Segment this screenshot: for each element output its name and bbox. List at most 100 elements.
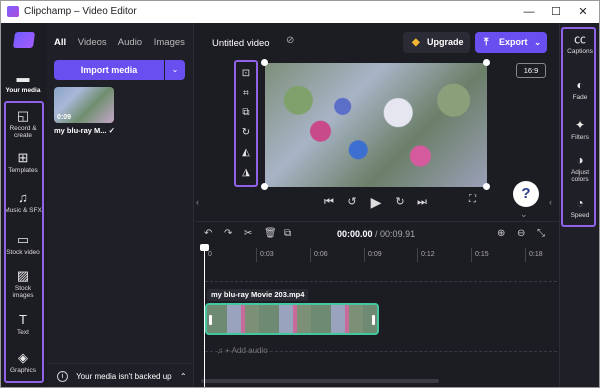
text-track-placeholder (205, 281, 557, 282)
shapes-icon: ◈ (18, 350, 28, 365)
adjust-colors-button[interactable]: ◑ Adjust colors (560, 154, 599, 184)
fade-icon: ◐ (576, 78, 584, 92)
tick-label: 0:09 (368, 251, 382, 258)
fade-button[interactable]: ◐ Fade (560, 78, 599, 102)
playhead[interactable] (204, 245, 205, 387)
info-icon: i (57, 371, 68, 383)
rail-item-music-sfx[interactable]: ♫ Music & SFX (1, 191, 45, 215)
close-button[interactable]: ✕ (569, 1, 597, 23)
import-media-button[interactable]: Import media (54, 60, 164, 80)
resize-handle-bottom-right[interactable] (483, 183, 490, 190)
tick-label: 0 (208, 251, 212, 258)
rail-item-record-create[interactable]: ◱ Record & create (1, 108, 45, 140)
tab-videos[interactable]: Videos (78, 37, 107, 48)
tab-images[interactable]: Images (154, 37, 185, 48)
timeline-scrollbar[interactable] (201, 379, 439, 383)
redo-icon[interactable]: ↷ (224, 228, 232, 239)
chevron-up-icon: ⌃ (179, 372, 187, 381)
rail-item-graphics[interactable]: ◈ Graphics (1, 350, 45, 375)
import-options-chevron-icon[interactable]: ⌄ (165, 60, 185, 80)
flip-horizontal-icon[interactable]: ◭ (237, 145, 255, 161)
chevron-down-icon: ⌄ (534, 38, 541, 47)
film-icon: ▭ (16, 232, 30, 247)
zoom-in-icon[interactable]: ⊕ (497, 228, 505, 239)
rewind-5s-icon[interactable]: ↺ (344, 194, 360, 210)
flip-vertical-icon[interactable]: ◮ (237, 165, 255, 181)
current-time: 00:00.00 (337, 229, 373, 239)
backup-notice[interactable]: i Your media isn't backed up ⌃ (47, 363, 193, 387)
play-icon[interactable]: ▶ (368, 194, 384, 210)
help-button[interactable]: ? (513, 181, 539, 207)
undo-icon[interactable]: ↶ (204, 228, 212, 239)
pip-icon[interactable]: ⧉ (237, 105, 255, 121)
media-thumbnail[interactable]: 0:09 (54, 87, 114, 123)
project-title[interactable]: Untitled video (212, 38, 270, 49)
speed-button[interactable]: ◔ Speed (560, 196, 599, 220)
fullscreen-icon[interactable]: ⛶ (469, 194, 476, 205)
video-clip[interactable] (205, 303, 379, 335)
tick-label: 0:06 (314, 251, 328, 258)
split-icon[interactable]: ✂ (244, 228, 252, 239)
aspect-ratio-button[interactable]: 16:9 (516, 63, 546, 78)
tick-mark (310, 248, 311, 262)
tab-all[interactable]: All (54, 37, 66, 48)
tab-audio[interactable]: Audio (118, 37, 142, 48)
maximize-button[interactable]: ☐ (542, 1, 570, 23)
captions-icon: ㏄ (573, 32, 586, 46)
export-icon: ⤒ (484, 37, 489, 48)
check-icon: ✓ (108, 126, 115, 135)
diamond-icon: ◆ (412, 37, 420, 48)
rail-item-templates[interactable]: ⊞ Templates (1, 151, 45, 175)
fit-timeline-icon[interactable]: ⤡ (537, 228, 545, 239)
video-preview[interactable] (265, 63, 487, 187)
media-item-title: my blu-ray M... ✓ (54, 126, 115, 135)
rail-item-stock-video[interactable]: ▭ Stock video (1, 232, 45, 257)
forward-5s-icon[interactable]: ↻ (392, 194, 408, 210)
skip-back-icon[interactable]: ⏮ (321, 194, 337, 210)
title-bar: Clipchamp – Video Editor — ☐ ✕ (1, 1, 599, 23)
fit-icon[interactable]: ⊡ (237, 66, 255, 82)
tick-mark (256, 248, 257, 262)
rotate-icon[interactable]: ↻ (237, 125, 255, 141)
clip-trim-handle-right[interactable] (372, 315, 375, 325)
rail-item-text[interactable]: T Text (1, 313, 45, 337)
duplicate-icon[interactable]: ⧉ (284, 228, 291, 239)
rail-item-stock-images[interactable]: ▨ Stock images (1, 268, 45, 300)
collapse-media-panel-icon[interactable]: ‹ (196, 197, 199, 207)
media-tabs: All Videos Audio Images (54, 37, 194, 48)
filters-button[interactable]: ✦ Filters (560, 119, 599, 142)
clip-trim-handle-left[interactable] (209, 315, 212, 325)
crop-icon[interactable]: ⌗ (237, 86, 255, 102)
speed-icon: ◔ (576, 196, 584, 210)
camera-icon: ◱ (16, 108, 30, 123)
tick-label: 0:03 (260, 251, 274, 258)
zoom-out-icon[interactable]: ⊖ (517, 228, 525, 239)
export-button[interactable]: ⤒ Export ⌄ (475, 32, 547, 53)
captions-button[interactable]: ㏄ Captions (560, 32, 599, 56)
cloud-sync-off-icon[interactable]: ⊘ (286, 35, 294, 46)
collapse-timeline-icon[interactable]: ⌄ (520, 209, 528, 220)
clipchamp-brand-icon (12, 32, 36, 48)
resize-handle-bottom-left[interactable] (261, 183, 268, 190)
collapse-right-panel-icon[interactable]: ‹ (549, 197, 552, 207)
right-panel: ㏄ Captions ◐ Fade ✦ Filters ◑ Adjust col… (559, 23, 599, 387)
upgrade-button[interactable]: ◆ Upgrade (403, 32, 470, 53)
add-audio-button[interactable]: ♫ + Add audio (217, 346, 268, 355)
minimize-button[interactable]: — (515, 1, 543, 23)
skip-forward-icon[interactable]: ⏭ (414, 194, 430, 210)
delete-icon[interactable]: 🗑 (264, 228, 277, 239)
playhead-handle[interactable] (200, 244, 209, 251)
tick-label: 0:12 (421, 251, 435, 258)
tick-label: 0:15 (475, 251, 489, 258)
resize-handle-top-right[interactable] (483, 59, 490, 66)
window-title: Clipchamp – Video Editor (24, 6, 137, 17)
tick-mark (417, 248, 418, 262)
folder-icon: ▬ (16, 70, 30, 85)
media-duration: 0:09 (57, 114, 72, 121)
clipchamp-logo-icon (7, 6, 19, 17)
resize-handle-top-left[interactable] (261, 59, 268, 66)
rail-item-your-media[interactable]: ▬ Your media (1, 70, 45, 95)
timecode: 00:00.00 / 00:09.91 (337, 229, 415, 239)
tick-mark (525, 248, 526, 262)
image-icon: ▨ (16, 268, 30, 283)
